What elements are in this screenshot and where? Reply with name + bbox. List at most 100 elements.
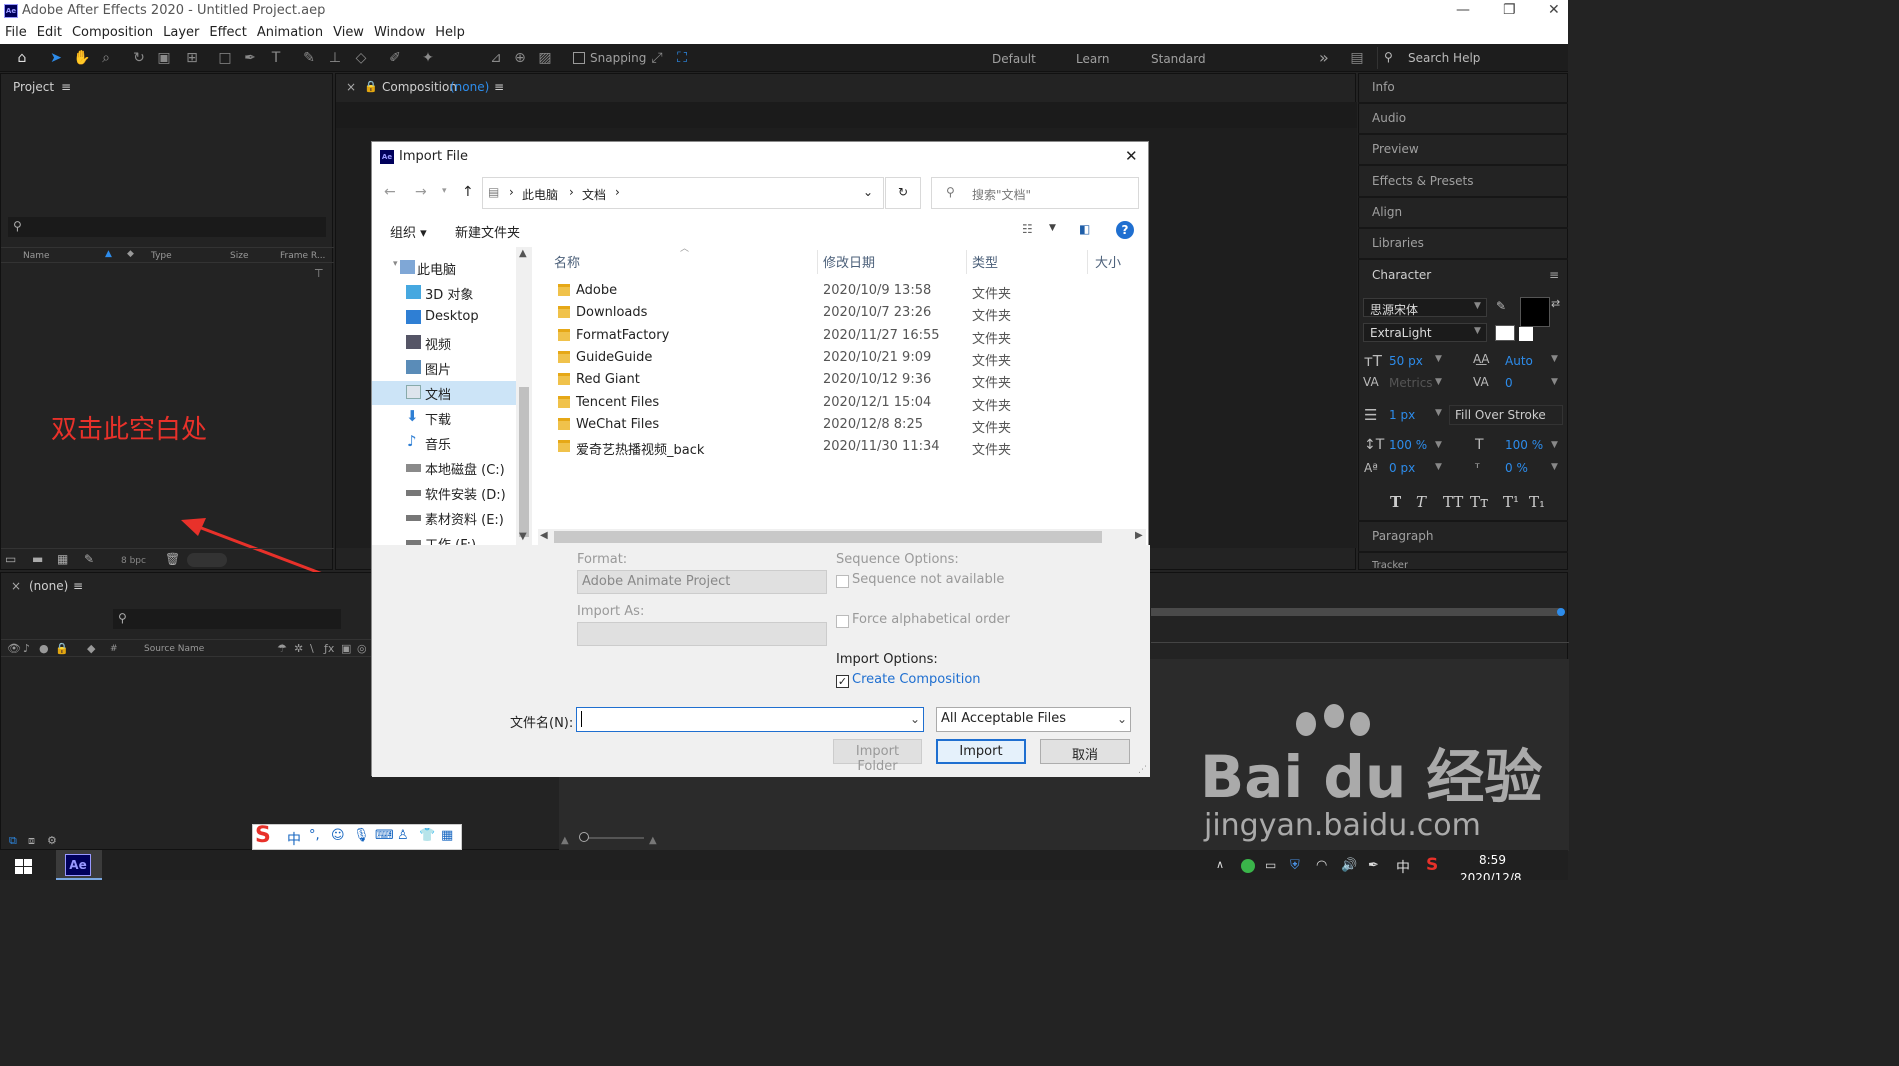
tray-battery-icon[interactable]: ▭ xyxy=(1265,858,1276,872)
eyedropper-icon[interactable]: ✎ xyxy=(1496,299,1506,313)
tray-pen-icon[interactable]: ✒ xyxy=(1368,858,1379,873)
file-list-h-scrollbar[interactable]: ◀ ▶ xyxy=(538,529,1146,545)
pan-behind-tool-icon[interactable]: ⊞ xyxy=(184,50,200,66)
chevron-down-icon[interactable]: ▼ xyxy=(1551,440,1558,450)
zoom-out-icon[interactable]: ▲ xyxy=(561,835,569,846)
ime-keyboard-icon[interactable]: ⌨ xyxy=(375,828,394,843)
menu-composition[interactable]: Composition xyxy=(67,24,158,44)
ime-user-icon[interactable]: ♙ xyxy=(397,828,409,843)
character-panel-title[interactable]: Character xyxy=(1372,268,1431,282)
project-search-input[interactable]: ⚲ xyxy=(8,217,326,237)
menu-help[interactable]: Help xyxy=(430,24,470,44)
cancel-button[interactable]: 取消 xyxy=(1040,739,1130,764)
chevron-down-icon[interactable]: ▼ xyxy=(1435,408,1442,418)
menu-edit[interactable]: Edit xyxy=(32,24,67,44)
file-row[interactable]: WeChat Files 2020/12/8 8:25 文件夹 xyxy=(542,414,1142,436)
chevron-down-icon[interactable]: ▼ xyxy=(1551,377,1558,387)
chevron-down-icon[interactable]: ▼ xyxy=(1435,462,1442,472)
column-name[interactable]: 名称 xyxy=(554,252,580,271)
libraries-panel-tab[interactable]: Libraries xyxy=(1372,236,1424,250)
bit-depth-button[interactable]: 8 bpc xyxy=(121,556,146,566)
new-folder-button[interactable]: 新建文件夹 xyxy=(455,222,520,241)
column-frame-rate[interactable]: Frame R... xyxy=(280,251,325,261)
eye-icon[interactable]: 👁 xyxy=(7,642,21,655)
project-panel-title[interactable]: Project xyxy=(13,80,54,94)
view-axis-icon[interactable]: ▨ xyxy=(537,50,553,66)
shy-icon[interactable]: ☂ xyxy=(277,642,287,655)
audio-panel-tab[interactable]: Audio xyxy=(1372,111,1406,125)
effects-fx-icon[interactable]: ƒx xyxy=(324,642,334,655)
chevron-down-icon[interactable]: ▼ xyxy=(1435,354,1442,364)
back-arrow-icon[interactable]: ← xyxy=(384,184,396,200)
baseline-shift-value[interactable]: 0 px xyxy=(1389,461,1415,475)
menu-effect[interactable]: Effect xyxy=(204,24,251,44)
ime-skin-icon[interactable]: 👕 xyxy=(419,828,435,843)
nav-item-music[interactable]: ♪ 音乐 xyxy=(372,431,516,455)
time-navigator-bar[interactable] xyxy=(1151,608,1561,616)
snap-features-icon[interactable]: ⛶ xyxy=(674,50,690,66)
tray-sogou-icon[interactable]: S xyxy=(1426,855,1438,875)
sequence-checkbox[interactable] xyxy=(836,575,849,588)
graph-editor-icon[interactable]: ⚙ xyxy=(47,834,57,847)
timeline-search-input[interactable]: ⚲ xyxy=(113,609,341,629)
filename-input[interactable]: ⌄ xyxy=(576,707,924,732)
font-size-value[interactable]: 50 px xyxy=(1389,354,1423,368)
frame-blend-icon[interactable]: ▣ xyxy=(341,642,351,655)
effects-presets-panel-tab[interactable]: Effects & Presets xyxy=(1372,174,1473,188)
file-row[interactable]: GuideGuide 2020/10/21 9:09 文件夹 xyxy=(542,347,1142,369)
ime-emoji-icon[interactable]: ☺ xyxy=(331,828,345,843)
create-composition-checkbox[interactable]: ✓ xyxy=(836,675,849,688)
character-menu-icon[interactable]: ≡ xyxy=(1549,268,1559,282)
file-type-dropdown[interactable]: All Acceptable Files ⌄ xyxy=(936,707,1131,732)
label-tag-icon[interactable]: ◆ xyxy=(87,642,95,655)
project-settings-icon[interactable]: ✎ xyxy=(84,552,94,566)
nav-item-drive-d[interactable]: 软件安装 (D:) xyxy=(372,481,516,505)
tray-ime-indicator[interactable]: 中 xyxy=(1396,857,1410,877)
chevron-down-icon[interactable]: ▼ xyxy=(1435,440,1442,450)
column-date[interactable]: 修改日期 xyxy=(823,252,875,271)
column-name[interactable]: Name xyxy=(23,251,50,261)
superscript-button[interactable]: T¹ xyxy=(1503,493,1519,511)
local-axis-icon[interactable]: ⊿ xyxy=(488,50,504,66)
collapse-icon[interactable]: ✲ xyxy=(294,642,303,655)
audio-icon[interactable]: ♪ xyxy=(23,642,30,655)
address-bar[interactable]: ▤ › 此电脑 › 文档 › ⌄ xyxy=(482,177,884,209)
kerning-value[interactable]: Metrics xyxy=(1389,376,1433,390)
windows-start-icon[interactable] xyxy=(15,859,33,875)
clock-date[interactable]: 2020/12/8 xyxy=(1460,871,1522,880)
format-dropdown[interactable]: Adobe Animate Project xyxy=(577,570,827,594)
new-composition-icon[interactable]: ▦ xyxy=(57,552,68,566)
nav-item-downloads[interactable]: ⬇ 下载 xyxy=(372,406,516,430)
taskbar-ae-button[interactable]: Ae xyxy=(56,850,102,880)
lock-icon[interactable]: 🔒 xyxy=(364,80,378,93)
type-tool-icon[interactable]: T xyxy=(268,50,284,66)
breadcrumb-pc[interactable]: 此电脑 xyxy=(522,186,558,203)
menu-animation[interactable]: Animation xyxy=(252,24,328,44)
font-style-dropdown[interactable]: ExtraLight ▼ xyxy=(1363,323,1487,342)
tray-shield-icon[interactable]: ⛨ xyxy=(1290,858,1300,873)
nav-item-drive-e[interactable]: 素材资料 (E:) xyxy=(372,506,516,530)
nav-item-3d-objects[interactable]: 3D 对象 xyxy=(372,281,516,305)
swap-colors-icon[interactable]: ⇄ xyxy=(1551,297,1560,310)
file-row[interactable]: Adobe 2020/10/9 13:58 文件夹 xyxy=(542,280,1142,302)
scroll-thumb[interactable] xyxy=(554,531,1102,543)
file-row[interactable]: 爱奇艺热播视频_back 2020/11/30 11:34 文件夹 xyxy=(542,436,1142,458)
selection-tool-icon[interactable]: ➤ xyxy=(48,50,64,66)
column-type[interactable]: Type xyxy=(151,251,172,261)
menu-window[interactable]: Window xyxy=(369,24,430,44)
project-menu-icon[interactable]: ≡ xyxy=(61,80,71,94)
import-as-dropdown[interactable] xyxy=(577,622,827,646)
no-color-icon[interactable] xyxy=(1519,327,1533,341)
quality-icon[interactable]: \ xyxy=(310,642,314,655)
column-type[interactable]: 类型 xyxy=(972,252,998,271)
dialog-close-button[interactable]: ✕ xyxy=(1125,147,1138,165)
organize-menu[interactable]: 组织 ▾ xyxy=(390,222,427,241)
view-options-icon[interactable]: ☷ xyxy=(1022,222,1033,236)
import-button[interactable]: Import xyxy=(936,739,1026,764)
paragraph-panel-tab[interactable]: Paragraph xyxy=(1372,529,1433,543)
solo-icon[interactable]: ● xyxy=(39,642,49,655)
new-folder-icon[interactable]: ▬ xyxy=(32,552,43,566)
rotate-tool-icon[interactable]: ↻ xyxy=(131,50,147,66)
leading-value[interactable]: Auto xyxy=(1505,354,1533,368)
composition-label[interactable]: Composition xyxy=(382,80,457,94)
